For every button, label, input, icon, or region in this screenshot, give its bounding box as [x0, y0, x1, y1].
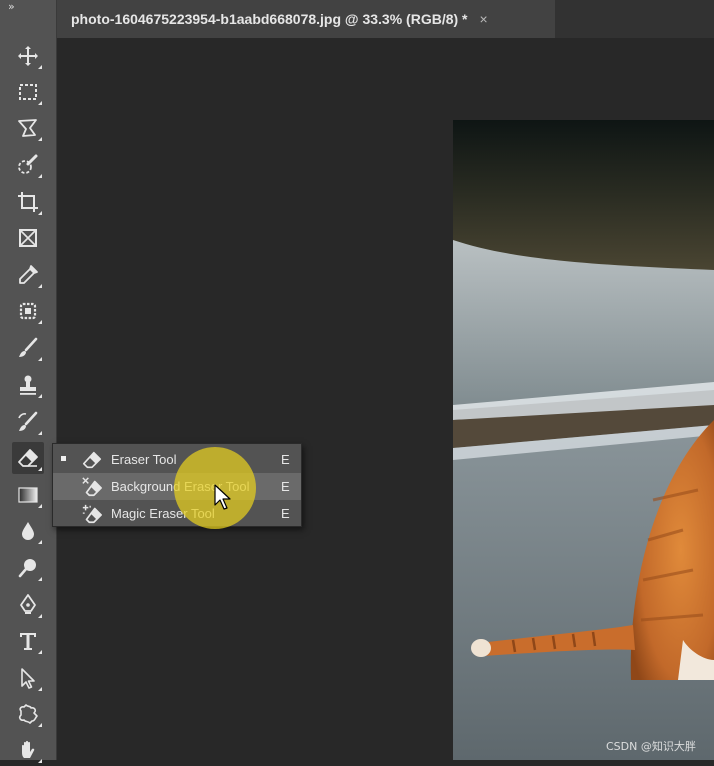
puzzle-shape-icon: [18, 704, 38, 724]
dodge-tool-button[interactable]: [12, 552, 44, 584]
quick-selection-tool-button[interactable]: [12, 149, 44, 181]
custom-shape-tool-button[interactable]: [12, 698, 44, 730]
pen-icon: [20, 594, 36, 614]
eraser-tool-button[interactable]: [12, 442, 44, 474]
crop-icon: [18, 192, 38, 212]
crop-tool-button[interactable]: [12, 186, 44, 218]
tools-panel: »: [0, 0, 57, 763]
type-icon: [20, 633, 36, 650]
clone-stamp-tool-button[interactable]: [12, 369, 44, 401]
shortcut-key: E: [281, 506, 290, 521]
eyedropper-icon: [19, 265, 38, 284]
arrow-pointer-icon: [21, 668, 35, 689]
quick-selection-icon: [18, 154, 38, 174]
background-eraser-icon: [82, 477, 102, 497]
brush-icon: [19, 337, 38, 357]
dodge-icon: [18, 559, 36, 578]
gradient-icon: [18, 487, 38, 503]
menu-item-label: Eraser Tool: [111, 452, 177, 467]
watermark-text: CSDN @知识大胖: [606, 740, 696, 753]
rectangular-marquee-icon: [19, 84, 37, 100]
polygonal-lasso-icon: [18, 119, 37, 137]
frame-tool-button[interactable]: [12, 222, 44, 254]
document-canvas-image: [453, 120, 714, 760]
hand-icon: [22, 740, 35, 758]
document-tab-bar: photo-1604675223954-b1aabd668078.jpg @ 3…: [57, 0, 714, 38]
brush-tool-button[interactable]: [12, 332, 44, 364]
lasso-tool-button[interactable]: [12, 112, 44, 144]
close-tab-button[interactable]: ×: [480, 11, 488, 27]
frame-icon: [19, 229, 37, 247]
collapse-toolbar-button[interactable]: »: [8, 0, 15, 13]
history-brush-tool-button[interactable]: [12, 406, 44, 438]
eyedropper-tool-button[interactable]: [12, 259, 44, 291]
move-tool-button[interactable]: [12, 40, 44, 72]
gradient-tool-button[interactable]: [12, 479, 44, 511]
move-icon: [18, 46, 38, 66]
document-title: photo-1604675223954-b1aabd668078.jpg @ 3…: [71, 11, 468, 27]
healing-tool-button[interactable]: [12, 295, 44, 327]
path-selection-tool-button[interactable]: [12, 662, 44, 694]
shortcut-key: E: [281, 479, 290, 494]
type-tool-button[interactable]: [12, 625, 44, 657]
blur-tool-button[interactable]: [12, 515, 44, 547]
document-tab[interactable]: photo-1604675223954-b1aabd668078.jpg @ 3…: [57, 0, 555, 38]
selected-tool-indicator: [61, 456, 66, 461]
shortcut-key: E: [281, 452, 290, 467]
hand-tool-button[interactable]: [12, 734, 44, 766]
eraser-icon: [82, 451, 102, 469]
clone-stamp-icon: [20, 375, 36, 395]
menu-item-eraser-tool[interactable]: Eraser Tool E: [53, 446, 301, 473]
blur-drop-icon: [22, 522, 34, 540]
history-brush-icon: [18, 411, 38, 431]
marquee-tool-button[interactable]: [12, 76, 44, 108]
magic-eraser-icon: [82, 504, 102, 524]
pen-tool-button[interactable]: [12, 589, 44, 621]
mouse-cursor-icon: [214, 484, 231, 510]
spot-healing-icon: [19, 302, 37, 320]
eraser-icon: [18, 449, 38, 467]
cat-photo-image: [453, 120, 714, 760]
